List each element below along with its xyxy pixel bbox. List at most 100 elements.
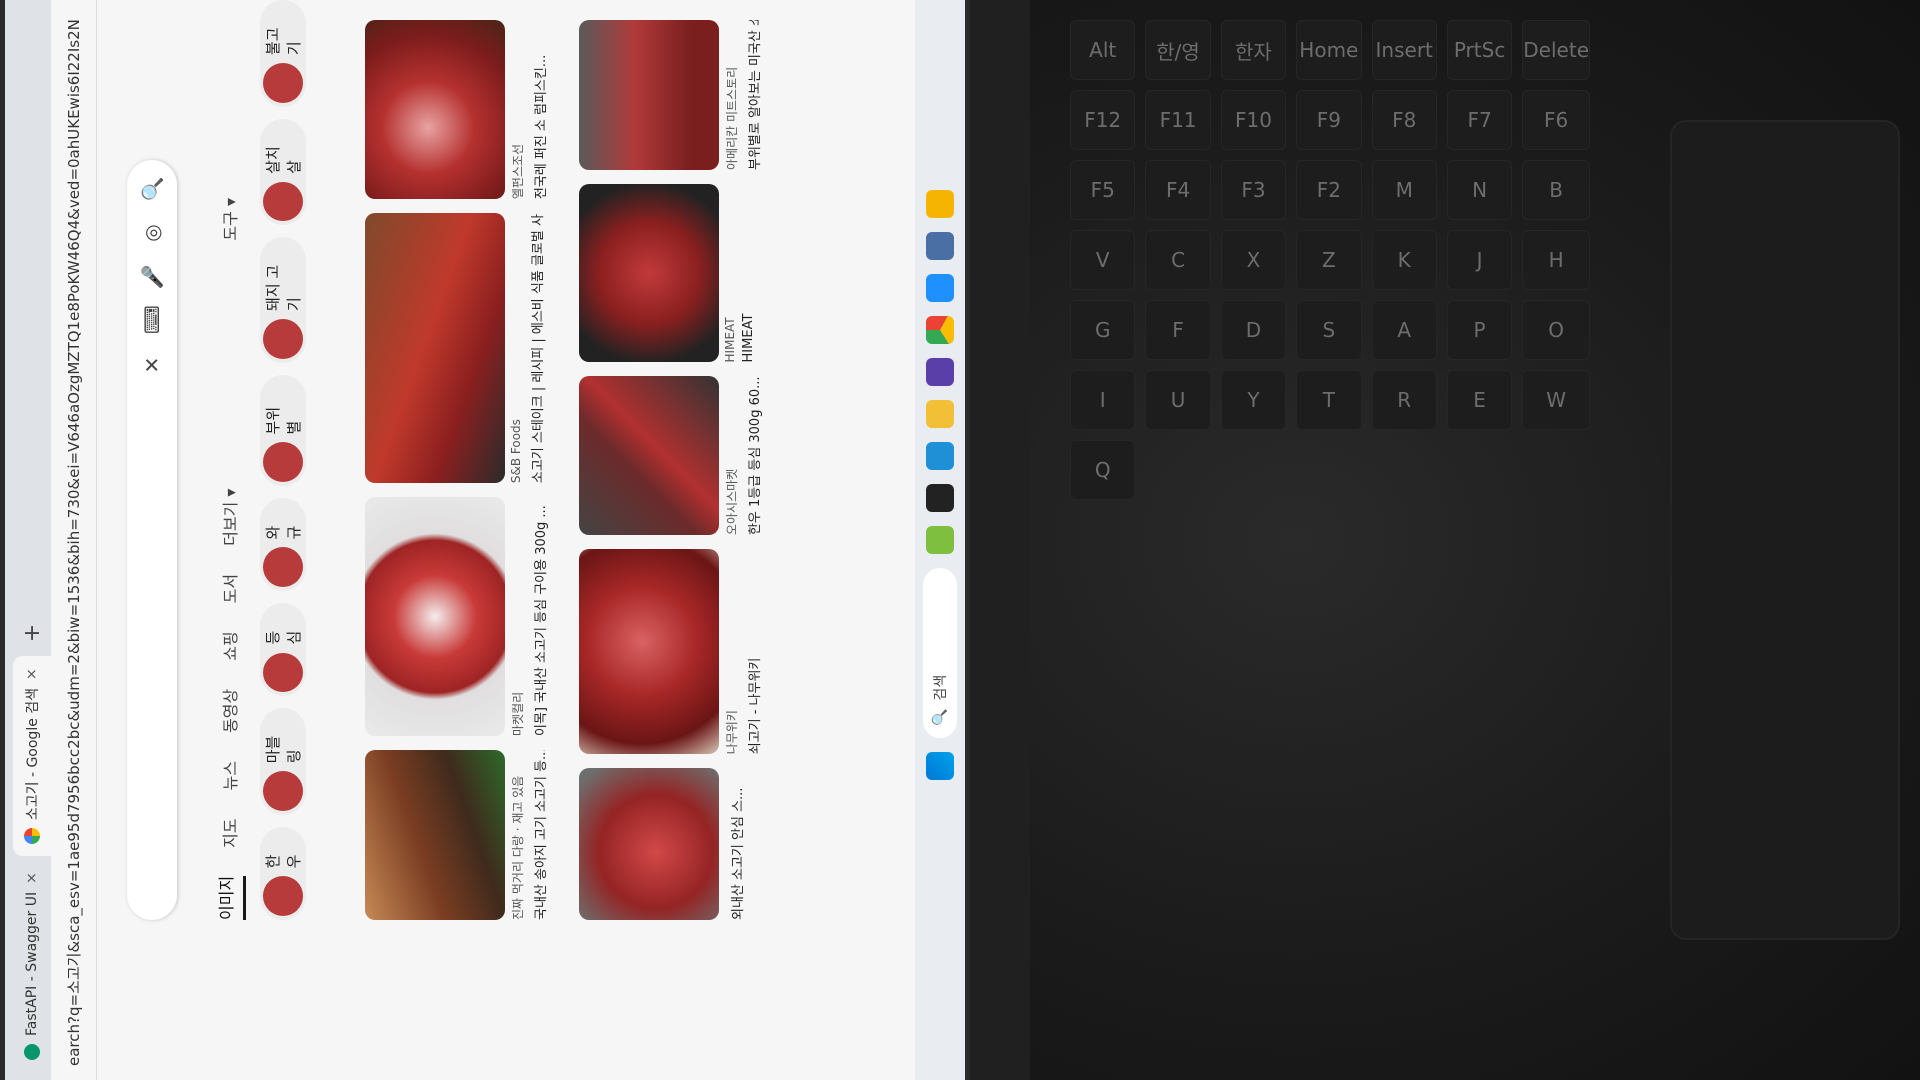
keyboard-key: F11 [1145,90,1211,150]
chip[interactable]: 와규 [260,498,306,592]
tab-images[interactable]: 이미지 [212,875,246,920]
keyboard-key: X [1220,230,1287,290]
chip[interactable]: 살치살 [260,118,306,226]
taskbar-app-icon[interactable] [926,190,954,218]
tab-close-icon[interactable]: × [24,872,40,884]
keyboard-key: F6 [1522,90,1590,150]
browser-window: FastAPI - Swagger UI × 소고기 - Google 검색 ×… [5,0,965,1080]
result-caption[interactable]: 부위별로 알아보는 미국산 소고... [744,20,763,170]
tab-books[interactable]: 도서 [217,574,241,603]
chip-thumbnail [263,442,303,483]
search-filter-tabs: 이미지 지도 뉴스 동영상 쇼핑 도서 더보기 ▾ 도구 ▾ [207,0,251,1080]
result-image[interactable] [579,376,719,536]
new-tab-button[interactable]: + [13,614,51,652]
fastapi-favicon-icon [24,1044,40,1060]
result-image[interactable] [365,750,505,920]
chip[interactable]: 돼지 고기 [260,237,306,363]
result-source: S&B Foods [509,419,523,484]
result-caption[interactable]: 쇠고기 - 나무위키 [744,549,763,755]
keyboard-key: Delete [1522,20,1590,80]
chip[interactable]: 불고기 [260,0,306,107]
search-box[interactable]: ✕ ⌨ 🎤 ◎ 🔍 [127,160,177,920]
result-source: 아메리칸 미트스토리 [725,66,739,170]
keyboard-key: F4 [1145,160,1211,220]
tab-news[interactable]: 뉴스 [217,761,241,790]
tab-fastapi[interactable]: FastAPI - Swagger UI × [13,860,51,1072]
chip-label: 불고기 [264,27,303,56]
image-result[interactable]: S&B Foods 소고기 스테이크 | 레시피 | 에스비 식품 글로벌 사.… [365,213,565,484]
suggestion-chips: 한우 마블링 등심 와규 부위 별 돼지 고기 살치살 불고기 [251,0,315,1080]
result-image[interactable] [365,213,505,484]
taskbar-app-icon[interactable] [926,526,954,554]
result-caption[interactable]: HIMEAT [741,184,756,363]
keyboard-key: Z [1296,230,1362,290]
keyboard-key: M [1371,160,1437,220]
result-caption[interactable]: 소고기 스테이크 | 레시피 | 에스비 식품 글로벌 사... [527,213,546,483]
chip[interactable]: 한우 [260,826,306,920]
result-caption[interactable]: 전국레 퍼진 소 럼피스킨... [530,20,549,199]
tab-shopping[interactable]: 쇼핑 [217,631,241,660]
keyboard-key: F9 [1296,90,1362,150]
tab-google-search[interactable]: 소고기 - Google 검색 × [13,656,51,857]
taskbar-app-icon[interactable] [926,358,954,386]
tab-close-icon[interactable]: × [24,668,40,680]
search-icon[interactable]: 🔍 [140,176,164,202]
edge-icon[interactable] [926,442,954,470]
address-bar[interactable]: earch?q=소고기&sca_esv=1ae95d7956bcc2bc&udm… [51,0,97,1080]
results-row: 외내산 소고기 안심 스... 나무위키 쇠고기 - 나무위키 오아시스마켓 한… [579,20,779,920]
photo-scene: FastAPI - Swagger UI × 소고기 - Google 검색 ×… [0,0,1920,1080]
keyboard-key: T [1296,370,1362,430]
image-result[interactable]: 오아시스마켓 한우 1등급 등심 300g 60... [579,376,779,536]
image-result[interactable]: 아메리칸 미트스토리 부위별로 알아보는 미국산 소고... [579,20,779,170]
result-caption[interactable]: 이목] 국내산 소고기 등심 구이용 300g ... [530,497,549,736]
tab-videos[interactable]: 동영상 [217,689,241,733]
result-image[interactable] [365,20,505,200]
keyboard-icon[interactable]: ⌨ [140,305,164,334]
result-image[interactable] [365,497,505,736]
keyboard-key: Y [1220,370,1287,430]
chrome-icon[interactable] [926,316,954,344]
tab-more[interactable]: 더보기 ▾ [217,489,241,546]
result-caption[interactable]: 국내산 송아지 고기 소고기 등... [530,750,549,920]
image-result[interactable]: 나무위키 쇠고기 - 나무위키 [579,549,779,755]
windows-start-icon[interactable] [926,752,954,780]
tab-maps[interactable]: 지도 [217,818,241,847]
settings-icon[interactable] [926,232,954,260]
keyboard-key: F5 [1070,160,1136,220]
keyboard-key: 한자 [1220,20,1287,80]
chip-thumbnail [263,63,303,103]
search-row: ✕ ⌨ 🎤 ◎ 🔍 [97,0,207,1080]
result-source: 마켓컬리 [511,691,525,736]
result-image[interactable] [579,20,719,170]
file-explorer-icon[interactable] [926,400,954,428]
result-image[interactable] [579,549,719,755]
result-caption[interactable]: 외내산 소고기 안심 스... [727,768,746,920]
tools-button[interactable]: 도구 ▾ [217,198,241,241]
result-image[interactable] [579,768,719,920]
keyboard-key: F [1145,300,1211,360]
chip-thumbnail [263,181,303,222]
keyboard-key: F3 [1220,160,1287,220]
chip[interactable]: 부위 별 [260,374,306,487]
image-result[interactable]: 외내산 소고기 안심 스... [579,768,779,920]
tab-title: FastAPI - Swagger UI [24,891,40,1036]
clear-search-icon[interactable]: ✕ [140,352,164,378]
image-result[interactable]: 마켓컬리 이목] 국내산 소고기 등심 구이용 300g ... [365,497,565,736]
task-view-icon[interactable] [926,484,954,512]
image-result[interactable]: HIMEAT HIMEAT [579,184,779,363]
vscode-icon[interactable] [926,274,954,302]
chip[interactable]: 등심 [260,603,306,697]
result-image[interactable] [579,184,719,363]
lens-icon[interactable]: ◎ [140,220,164,246]
keyboard-key: V [1070,230,1136,290]
image-result[interactable]: 진짜 먹거리 다랑 · 재고 있음 국내산 송아지 고기 소고기 등... [365,750,565,920]
image-result[interactable]: 엘펀스조선 전국레 퍼진 소 럼피스킨... [365,20,565,200]
keyboard-key: S [1296,300,1362,360]
keyboard-key: H [1522,230,1590,290]
result-source: 오아시스마켓 [725,468,739,536]
taskbar-search[interactable]: 🔍 검색 [923,568,957,738]
result-source: 나무위키 [725,710,739,755]
result-caption[interactable]: 한우 1등급 등심 300g 60... [744,376,763,535]
microphone-icon[interactable]: 🎤 [140,264,164,290]
chip[interactable]: 마블링 [260,708,306,815]
